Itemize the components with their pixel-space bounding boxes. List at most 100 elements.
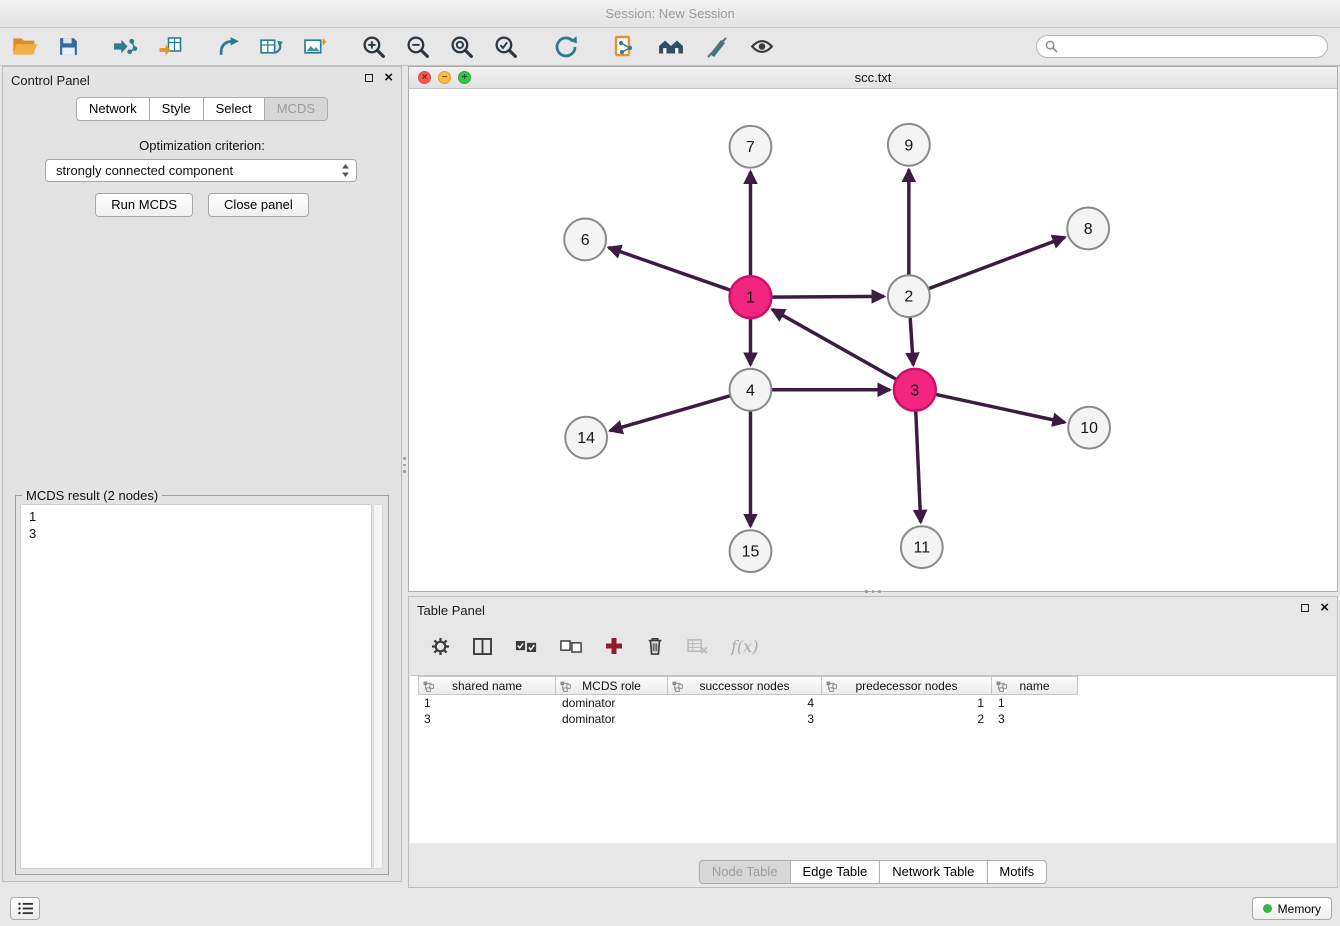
graph-node-14[interactable]: 14 [565,417,607,459]
home-button[interactable] [656,35,686,58]
graph-edge-1-6[interactable] [609,248,731,291]
control-panel-title: Control Panel [11,73,90,88]
import-network-button[interactable] [111,34,140,59]
memory-button[interactable]: Memory [1252,897,1332,920]
column-header-successor-nodes[interactable]: successor nodes [668,676,822,695]
zoom-selected-button[interactable] [492,33,520,61]
delete-column-button[interactable] [644,634,666,658]
close-panel-button[interactable]: Close panel [208,193,309,217]
zoom-out-icon [406,35,430,59]
svg-text:9: 9 [904,137,913,154]
table-tab-motifs[interactable]: Motifs [986,860,1047,884]
graph-node-1[interactable]: 1 [730,276,772,318]
table-settings-button[interactable] [429,635,452,658]
tab-mcds[interactable]: MCDS [264,97,328,121]
graph-node-9[interactable]: 9 [888,124,930,166]
table-cell[interactable]: 3 [418,711,556,727]
horizontal-splitter-handle[interactable] [860,589,886,594]
network-graph[interactable]: 7 9 6 8 1 2 4 3 14 10 15 11 [409,89,1337,591]
graph-node-2[interactable]: 2 [888,275,930,317]
deselect-all-button[interactable] [558,638,584,655]
graph-node-15[interactable]: 15 [730,530,772,572]
table-row[interactable]: 3dominator323 [418,711,1336,727]
graph-node-3[interactable]: 3 [894,369,936,411]
table-cell[interactable]: 3 [992,711,1078,727]
table-tab-node-table[interactable]: Node Table [699,860,791,884]
add-column-button[interactable] [603,635,625,657]
criterion-dropdown[interactable]: strongly connected component [45,159,357,182]
zoom-out-button[interactable] [404,33,432,61]
vertical-splitter-handle[interactable] [402,452,407,478]
table-cell[interactable]: 3 [668,711,822,727]
column-header-predecessor-nodes[interactable]: predecessor nodes [822,676,992,695]
graph-node-6[interactable]: 6 [564,218,606,260]
table-tab-edge-table[interactable]: Edge Table [789,860,880,884]
delete-table-button[interactable] [685,636,710,657]
zoom-fit-icon [450,35,474,59]
list-scrollbar[interactable] [373,504,383,869]
table-cell[interactable]: 2 [822,711,992,727]
table-header-row: shared nameMCDS rolesuccessor nodesprede… [418,676,1336,695]
save-session-button[interactable] [56,34,81,59]
graph-edge-4-14[interactable] [610,396,730,431]
memory-label: Memory [1278,902,1321,916]
graph-edge-3-1[interactable] [772,309,896,379]
table-cell[interactable]: dominator [556,711,668,727]
zoom-in-button[interactable] [360,33,388,61]
graph-node-8[interactable]: 8 [1067,208,1109,250]
network-canvas[interactable]: 7 9 6 8 1 2 4 3 14 10 15 11 [409,89,1337,591]
table-tab-network-table[interactable]: Network Table [879,860,987,884]
export-image-icon [304,36,328,57]
float-panel-icon[interactable] [365,74,373,82]
table-cell[interactable]: 1 [418,695,556,711]
table-cell[interactable]: 1 [992,695,1078,711]
mcds-result-item[interactable]: 3 [21,525,371,542]
graph-node-10[interactable]: 10 [1068,407,1110,449]
table-cell[interactable]: 4 [668,695,822,711]
table-cell[interactable]: 1 [822,695,992,711]
refresh-button[interactable] [552,33,580,61]
close-window-button[interactable]: × [418,71,431,84]
graph-edge-3-11[interactable] [916,411,921,523]
tab-select[interactable]: Select [203,97,265,121]
search-box[interactable] [1036,35,1328,58]
close-panel-icon[interactable]: × [384,73,393,83]
column-header-shared-name[interactable]: shared name [418,676,556,695]
graph-edge-2-3[interactable] [910,317,913,365]
refresh-icon [554,35,578,59]
show-hide-button[interactable] [748,35,776,58]
show-columns-button[interactable] [471,636,494,657]
graph-edge-1-2[interactable] [771,296,884,297]
network-from-table-button[interactable] [258,34,286,59]
export-image-button[interactable] [302,34,330,59]
dropdown-stepper-icon [341,163,350,178]
graph-node-7[interactable]: 7 [730,126,772,168]
zoom-fit-button[interactable] [448,33,476,61]
run-mcds-button[interactable]: Run MCDS [95,193,193,217]
new-network-button[interactable] [215,34,242,59]
minimize-window-button[interactable]: − [438,71,451,84]
import-table-button[interactable] [156,34,185,60]
float-table-panel-icon[interactable] [1301,604,1309,612]
tab-network[interactable]: Network [76,97,150,121]
graph-edge-2-8[interactable] [928,237,1064,289]
table-row[interactable]: 1dominator411 [418,695,1336,711]
first-neighbors-button[interactable] [612,33,638,60]
annotation-button[interactable] [704,34,730,60]
function-builder-button[interactable]: f(x) [729,635,760,658]
mcds-result-item[interactable]: 1 [21,508,371,525]
graph-edge-3-10[interactable] [935,394,1065,422]
close-table-panel-icon[interactable]: × [1320,603,1329,613]
graph-node-11[interactable]: 11 [901,526,943,568]
mcds-result-list[interactable]: 13 [20,504,372,869]
column-header-MCDS-role[interactable]: MCDS role [556,676,668,695]
tab-style[interactable]: Style [149,97,204,121]
table-cell[interactable]: dominator [556,695,668,711]
open-session-button[interactable] [10,34,40,59]
graph-node-4[interactable]: 4 [730,369,772,411]
column-header-name[interactable]: name [992,676,1078,695]
show-panels-button[interactable] [10,897,40,920]
search-input[interactable] [1063,40,1319,54]
select-all-button[interactable] [513,638,539,655]
maximize-window-button[interactable]: + [458,71,471,84]
